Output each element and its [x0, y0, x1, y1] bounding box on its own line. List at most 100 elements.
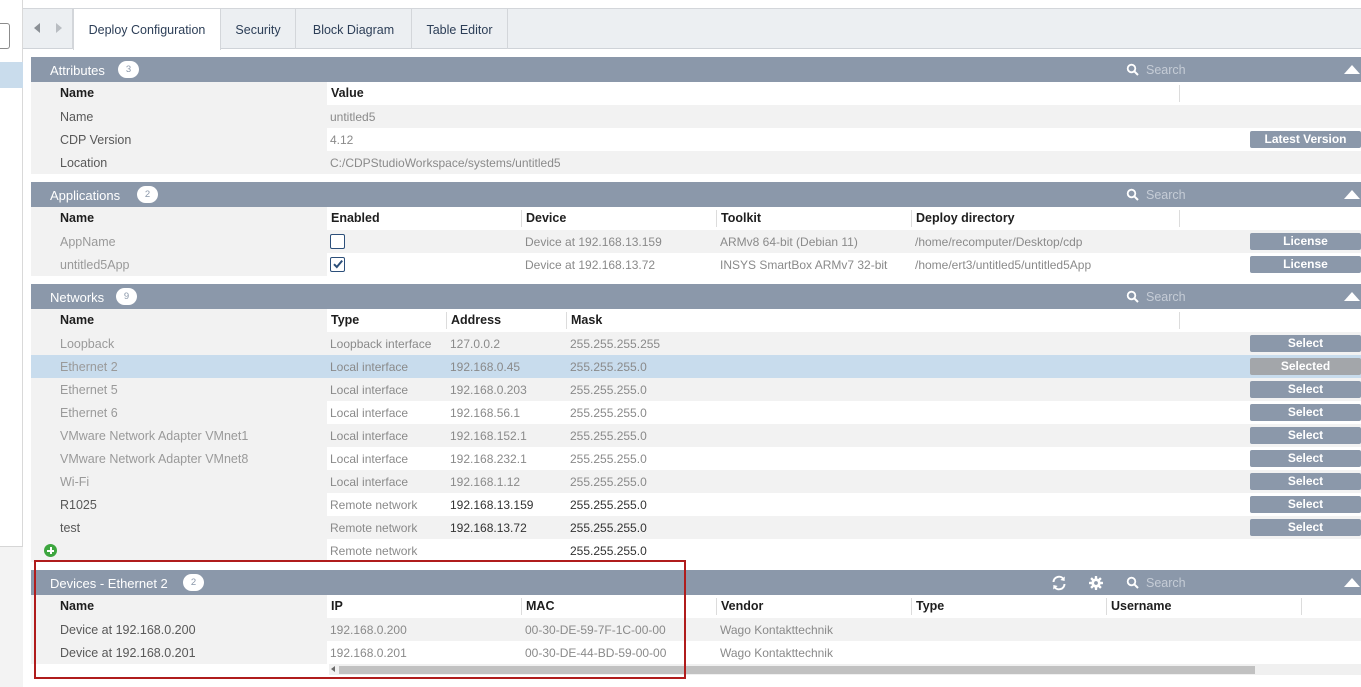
network-type[interactable]: Remote network — [330, 544, 417, 558]
column-header-username[interactable]: Username — [1111, 599, 1171, 613]
tab-scroll-right-icon[interactable] — [56, 23, 62, 33]
attribute-value[interactable]: C:/CDPStudioWorkspace/systems/untitled5 — [330, 156, 561, 170]
column-header-address[interactable]: Address — [451, 313, 501, 327]
table-row[interactable]: Name untitled5 — [31, 105, 1361, 128]
column-header-name[interactable]: Name — [60, 599, 94, 613]
application-toolkit[interactable]: ARMv8 64-bit (Debian 11) — [720, 235, 858, 249]
tab-deploy-configuration[interactable]: Deploy Configuration — [73, 9, 221, 50]
select-button[interactable]: Select — [1250, 381, 1361, 398]
network-mask[interactable]: 255.255.255.0 — [570, 521, 647, 535]
tab-scroll-left-icon[interactable] — [34, 23, 40, 33]
attribute-value[interactable]: 4.12 — [330, 133, 353, 147]
left-panel-input[interactable] — [0, 23, 10, 49]
collapse-icon[interactable] — [1344, 578, 1360, 587]
table-row[interactable]: Loopback Loopback interface 127.0.0.2 25… — [31, 332, 1361, 355]
device-vendor[interactable]: Wago Kontakttechnik — [720, 646, 833, 660]
network-address[interactable]: 192.168.0.203 — [450, 383, 527, 397]
network-mask[interactable]: 255.255.255.255 — [570, 337, 660, 351]
column-header-type[interactable]: Type — [916, 599, 944, 613]
horizontal-scrollbar[interactable] — [329, 664, 1361, 675]
new-network-row[interactable]: Remote network 255.255.255.0 — [31, 539, 1361, 562]
network-mask[interactable]: 255.255.255.0 — [570, 429, 647, 443]
network-address[interactable]: 192.168.152.1 — [450, 429, 527, 443]
license-button[interactable]: License — [1250, 233, 1361, 250]
column-header-value[interactable]: Value — [331, 86, 364, 100]
column-header-name[interactable]: Name — [60, 86, 94, 100]
application-deploy-directory[interactable]: /home/ert3/untitled5/untitled5App — [915, 258, 1091, 272]
table-row[interactable]: Wi-Fi Local interface 192.168.1.12 255.2… — [31, 470, 1361, 493]
column-header-mac[interactable]: MAC — [526, 599, 554, 613]
search-field[interactable]: Search — [1126, 575, 1266, 591]
tab-security[interactable]: Security — [221, 9, 296, 49]
column-header-mask[interactable]: Mask — [571, 313, 602, 327]
table-row[interactable]: Ethernet 6 Local interface 192.168.56.1 … — [31, 401, 1361, 424]
left-panel-selected-item[interactable] — [0, 62, 23, 88]
application-device[interactable]: Device at 192.168.13.72 — [525, 258, 655, 272]
column-header-enabled[interactable]: Enabled — [331, 211, 380, 225]
column-header-vendor[interactable]: Vendor — [721, 599, 763, 613]
network-address[interactable]: 192.168.232.1 — [450, 452, 527, 466]
collapse-icon[interactable] — [1344, 65, 1360, 74]
enabled-checkbox[interactable] — [330, 234, 345, 249]
device-ip[interactable]: 192.168.0.200 — [330, 623, 407, 637]
table-row[interactable]: Ethernet 5 Local interface 192.168.0.203… — [31, 378, 1361, 401]
network-mask[interactable]: 255.255.255.0 — [570, 452, 647, 466]
attribute-value[interactable]: untitled5 — [330, 110, 375, 124]
column-header-toolkit[interactable]: Toolkit — [721, 211, 761, 225]
table-row[interactable]: Device at 192.168.0.201 192.168.0.201 00… — [31, 641, 1361, 664]
tab-block-diagram[interactable]: Block Diagram — [296, 9, 412, 49]
enabled-checkbox[interactable] — [330, 257, 345, 272]
network-mask[interactable]: 255.255.255.0 — [570, 360, 647, 374]
table-row[interactable]: untitled5App Device at 192.168.13.72 INS… — [31, 253, 1361, 276]
column-header-device[interactable]: Device — [526, 211, 566, 225]
network-mask[interactable]: 255.255.255.0 — [570, 406, 647, 420]
table-row[interactable]: CDP Version 4.12 Latest Version — [31, 128, 1361, 151]
table-row[interactable]: test Remote network 192.168.13.72 255.25… — [31, 516, 1361, 539]
latest-version-button[interactable]: Latest Version — [1250, 131, 1361, 148]
refresh-icon[interactable] — [1050, 574, 1068, 592]
select-button[interactable]: Select — [1250, 519, 1361, 536]
table-row[interactable]: Location C:/CDPStudioWorkspace/systems/u… — [31, 151, 1361, 174]
network-address[interactable]: 192.168.56.1 — [450, 406, 520, 420]
application-device[interactable]: Device at 192.168.13.159 — [525, 235, 662, 249]
network-address[interactable]: 192.168.13.72 — [450, 521, 527, 535]
select-button[interactable]: Select — [1250, 473, 1361, 490]
table-row-selected[interactable]: Ethernet 2 Local interface 192.168.0.45 … — [31, 355, 1361, 378]
network-address[interactable]: 192.168.0.45 — [450, 360, 520, 374]
column-header-name[interactable]: Name — [60, 211, 94, 225]
gear-icon[interactable] — [1087, 574, 1105, 592]
device-mac[interactable]: 00-30-DE-44-BD-59-00-00 — [525, 646, 666, 660]
add-network-icon[interactable] — [44, 544, 57, 557]
column-header-name[interactable]: Name — [60, 313, 94, 327]
device-ip[interactable]: 192.168.0.201 — [330, 646, 407, 660]
network-mask[interactable]: 255.255.255.0 — [570, 498, 647, 512]
network-mask[interactable]: 255.255.255.0 — [570, 475, 647, 489]
network-address[interactable]: 127.0.0.2 — [450, 337, 500, 351]
select-button[interactable]: Select — [1250, 335, 1361, 352]
select-button[interactable]: Select — [1250, 496, 1361, 513]
table-row[interactable]: R1025 Remote network 192.168.13.159 255.… — [31, 493, 1361, 516]
table-row[interactable]: AppName Device at 192.168.13.159 ARMv8 6… — [31, 230, 1361, 253]
select-button[interactable]: Select — [1250, 427, 1361, 444]
select-button[interactable]: Select — [1250, 404, 1361, 421]
selected-button[interactable]: Selected — [1250, 358, 1361, 375]
search-field[interactable]: Search — [1126, 187, 1266, 203]
table-row[interactable]: VMware Network Adapter VMnet1 Local inte… — [31, 424, 1361, 447]
column-header-type[interactable]: Type — [331, 313, 359, 327]
column-header-deploy-directory[interactable]: Deploy directory — [916, 211, 1015, 225]
network-address[interactable]: 192.168.13.159 — [450, 498, 533, 512]
application-deploy-directory[interactable]: /home/recomputer/Desktop/cdp — [915, 235, 1082, 249]
search-field[interactable]: Search — [1126, 62, 1266, 78]
table-row[interactable]: VMware Network Adapter VMnet8 Local inte… — [31, 447, 1361, 470]
collapse-icon[interactable] — [1344, 190, 1360, 199]
tab-table-editor[interactable]: Table Editor — [412, 9, 508, 49]
scrollbar-thumb[interactable] — [339, 666, 1255, 674]
select-button[interactable]: Select — [1250, 450, 1361, 467]
license-button[interactable]: License — [1250, 256, 1361, 273]
scroll-left-icon[interactable] — [331, 666, 335, 672]
table-row[interactable]: Device at 192.168.0.200 192.168.0.200 00… — [31, 618, 1361, 641]
network-address[interactable]: 192.168.1.12 — [450, 475, 520, 489]
column-header-ip[interactable]: IP — [331, 599, 343, 613]
network-mask[interactable]: 255.255.255.0 — [570, 383, 647, 397]
search-field[interactable]: Search — [1126, 289, 1266, 305]
